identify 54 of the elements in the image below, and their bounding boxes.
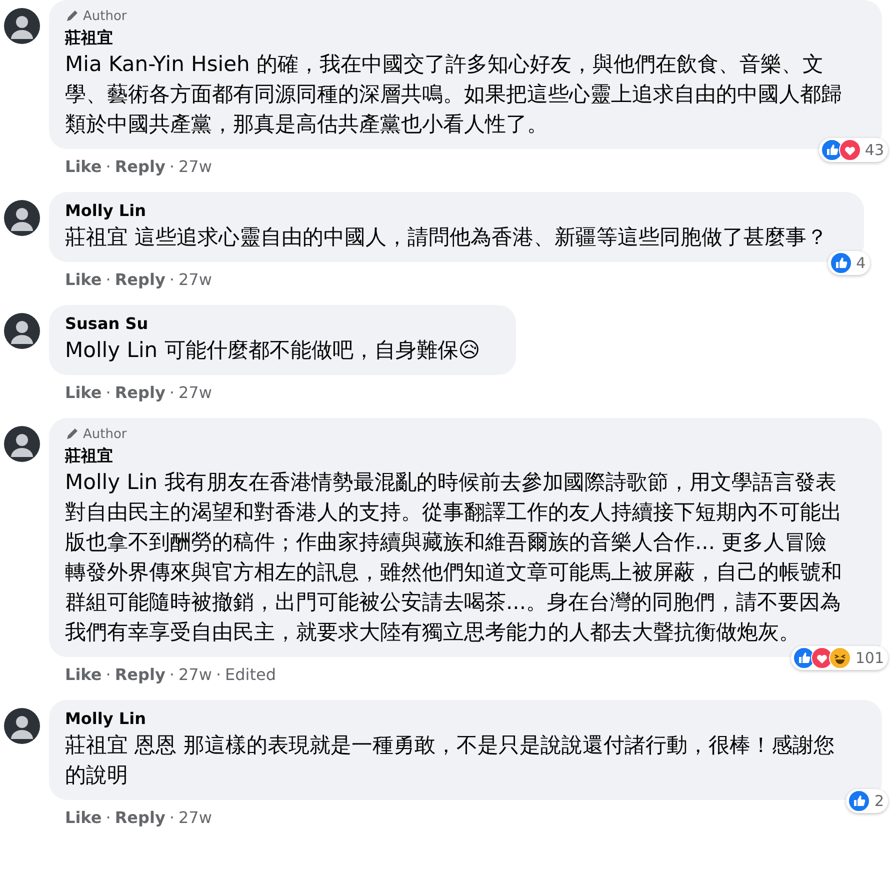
avatar[interactable] bbox=[4, 426, 40, 462]
action-link[interactable]: Reply bbox=[114, 383, 166, 402]
reaction-summary[interactable]: 4 bbox=[828, 251, 870, 275]
separator-dot: · bbox=[106, 665, 111, 684]
comment-text: Molly Lin 可能什麼都不能做吧，自身難保😥 bbox=[65, 337, 482, 364]
separator-dot: · bbox=[106, 808, 111, 827]
comment-text: 莊祖宜 恩恩 那這樣的表現就是一種勇敢，不是只是說說還付諸行動，很棒！感謝您的說明 bbox=[65, 732, 836, 789]
separator-dot: · bbox=[169, 665, 174, 684]
commenter-name[interactable]: Molly Lin bbox=[65, 200, 850, 222]
action-link[interactable]: Like bbox=[65, 157, 102, 176]
reaction-summary[interactable]: 43 bbox=[818, 138, 888, 162]
timestamp-text: Edited bbox=[225, 665, 276, 684]
separator-dot: · bbox=[106, 270, 111, 289]
separator-dot: · bbox=[169, 808, 174, 827]
pencil-icon bbox=[65, 9, 79, 23]
avatar[interactable] bbox=[4, 8, 40, 44]
commenter-name[interactable]: 莊祖宜 bbox=[65, 27, 868, 49]
heart-reaction-icon bbox=[838, 139, 861, 161]
separator-dot: · bbox=[169, 383, 174, 402]
author-label: Author bbox=[65, 8, 127, 24]
separator-dot: · bbox=[106, 383, 111, 402]
reaction-summary[interactable]: 2 bbox=[846, 789, 888, 813]
timestamp-text: 27w bbox=[178, 383, 212, 402]
action-link[interactable]: Reply bbox=[114, 157, 166, 176]
commenter-name[interactable]: 莊祖宜 bbox=[65, 445, 868, 467]
separator-dot: · bbox=[216, 665, 222, 684]
separator-dot: · bbox=[169, 270, 174, 289]
like-reaction-icon bbox=[848, 790, 870, 812]
laughing-face-icon bbox=[829, 647, 852, 669]
action-link[interactable]: Reply bbox=[114, 808, 166, 827]
timestamp-text: 27w bbox=[178, 665, 212, 684]
action-link[interactable]: Like bbox=[65, 808, 102, 827]
action-link[interactable]: Like bbox=[65, 383, 102, 402]
avatar[interactable] bbox=[4, 313, 40, 349]
comment-text: 莊祖宜 這些追求心靈自由的中國人，請問他為香港、新疆等這些同胞做了甚麼事？ bbox=[65, 224, 829, 251]
timestamp-text: 27w bbox=[178, 157, 212, 176]
separator-dot: · bbox=[106, 157, 111, 176]
commenter-name[interactable]: Susan Su bbox=[65, 313, 502, 335]
commenter-name[interactable]: Molly Lin bbox=[65, 708, 868, 730]
action-link[interactable]: Reply bbox=[114, 270, 166, 289]
action-link[interactable]: Like bbox=[65, 665, 102, 684]
action-link[interactable]: Like bbox=[65, 270, 102, 289]
avatar[interactable] bbox=[4, 708, 40, 744]
like-reaction-icon bbox=[830, 252, 852, 274]
author-label: Author bbox=[65, 426, 127, 442]
separator-dot: · bbox=[169, 157, 174, 176]
timestamp-text: 27w bbox=[178, 808, 212, 827]
reaction-summary[interactable]: 101 bbox=[791, 646, 888, 670]
action-link[interactable]: Reply bbox=[114, 665, 166, 684]
pencil-icon bbox=[65, 427, 79, 441]
avatar[interactable] bbox=[4, 200, 40, 236]
comment-text: Molly Lin 我有朋友在香港情勢最混亂的時候前去參加國際詩歌節，用文學語言發表對自由民主的渴望和對香港人的支持。從事翻譯工作的友人持續接下短期內不可能出版也拿不到酬勞的稿件；作曲家持續與藏族和維吾爾族的音樂人合作... 更多人冒險轉發外界傳來與官方相左的訊息，雖然他們知道文章可能馬上被屏蔽，自己的帳號和群組可能隨時被撤銷，出門可能被公安請去喝茶...。身在台灣的同胞們，請不要因為我們有幸享受自由民主，就要求大陸有獨立思考能力的人都去大聲抗衡做炮灰。 bbox=[65, 469, 843, 646]
timestamp-text: 27w bbox=[178, 270, 212, 289]
comment-text: Mia Kan-Yin Hsieh 的確，我在中國交了許多知心好友，與他們在飲食、音樂、文學、藝術各方面都有同源同種的深層共鳴。如果把這些心靈上追求自由的中國人都歸類於中國共產黨，那真是高估共產黨也小看人性了。 bbox=[65, 51, 843, 138]
